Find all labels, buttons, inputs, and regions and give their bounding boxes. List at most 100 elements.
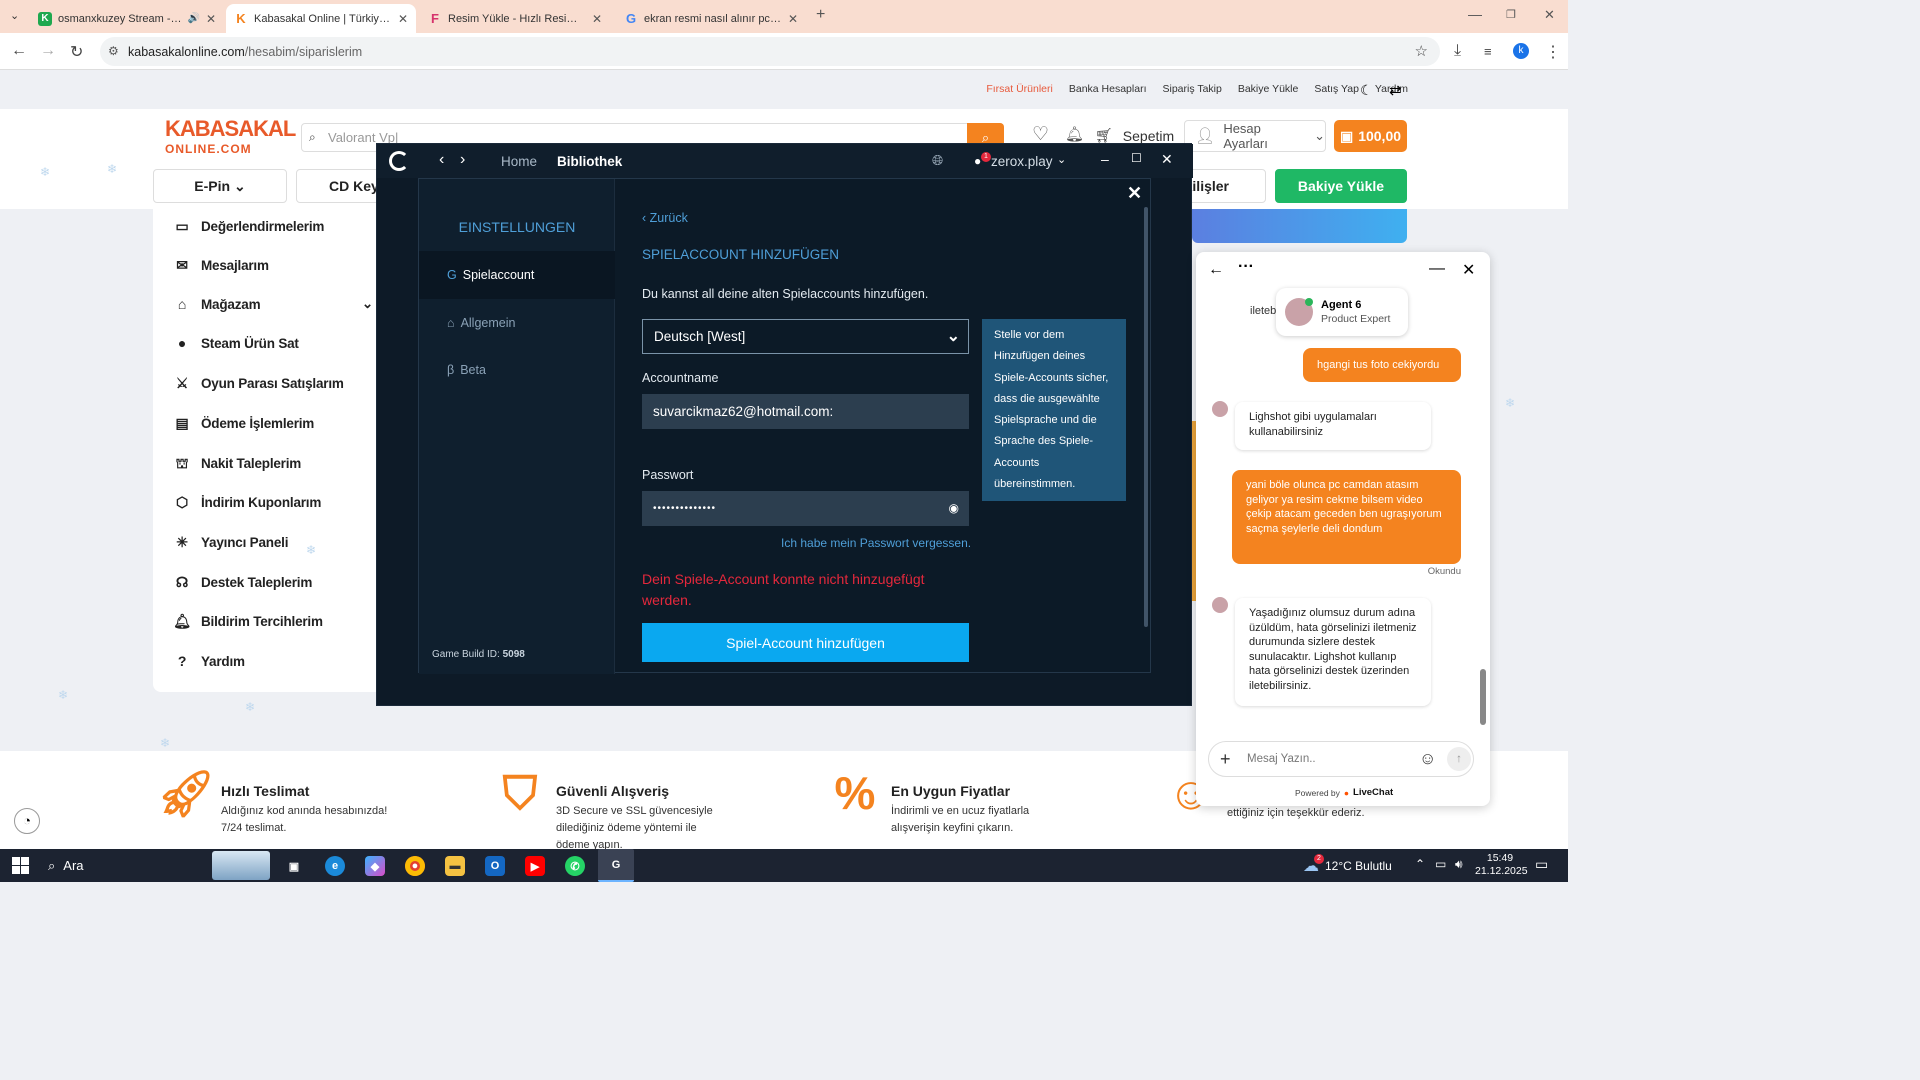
site-info-icon[interactable]: ⚙ <box>108 44 119 58</box>
minimize-icon[interactable]: — <box>1468 6 1482 22</box>
forgot-password-link[interactable]: Ich habe mein Passwort vergessen. <box>781 536 971 550</box>
restore-icon[interactable]: ❐ <box>1506 8 1516 21</box>
menu-degerlendirmelerim[interactable]: ▭ Değerlendirmelerim <box>173 217 324 235</box>
task-view-icon[interactable]: ▣ <box>284 856 304 876</box>
close-icon[interactable]: ✕ <box>592 12 602 26</box>
profile-avatar[interactable]: k <box>1513 43 1529 59</box>
tray-chevron-icon[interactable]: ⌃ <box>1415 857 1425 871</box>
menu-steam-urun-sat[interactable]: ● Steam Ürün Sat <box>173 334 299 352</box>
emoji-icon[interactable]: ☺ <box>1419 749 1436 769</box>
back-link[interactable]: ‹ Zurück <box>642 211 688 225</box>
close-icon[interactable]: ✕ <box>788 12 798 26</box>
eye-icon[interactable]: ◉ <box>949 501 960 515</box>
tab-spielaccount[interactable]: G Spielaccount <box>419 251 615 299</box>
clock[interactable]: 15:49 21.12.2025 <box>1475 852 1528 878</box>
menu-icon[interactable]: ⋮ <box>1545 42 1561 62</box>
speaker-icon[interactable]: 🔊 <box>187 13 199 24</box>
bell-icon[interactable]: 🔔︎ <box>1065 125 1084 143</box>
cookie-settings-icon[interactable]: ◔ <box>14 808 40 834</box>
account-name-input[interactable]: suvarcikmaz62@hotmail.com: <box>642 394 969 429</box>
link-siparis-takip[interactable]: Sipariş Takip <box>1163 83 1222 95</box>
tab-google[interactable]: G ekran resmi nasıl alınır pc - Goo ✕ <box>616 4 806 33</box>
chrome-icon[interactable]: ● <box>405 856 425 876</box>
menu-oyun-parasi[interactable]: ⚔ Oyun Parası Satışlarım <box>173 374 344 392</box>
maximize-icon[interactable]: ☐ <box>1131 151 1142 165</box>
close-window-icon[interactable]: ✕ <box>1544 7 1555 23</box>
message-input[interactable]: + Mesaj Yazın.. ☺ ↑ <box>1208 741 1474 777</box>
cart-button[interactable]: 🛒︎ Sepetim <box>1095 127 1174 144</box>
copilot-icon[interactable]: ◆ <box>365 856 385 876</box>
currency-toggle-icon[interactable]: ⇄ <box>1389 81 1402 99</box>
close-icon[interactable]: ✕ <box>398 12 408 26</box>
edge-icon[interactable]: e <box>325 856 345 876</box>
account-settings-button[interactable]: 👤︎ Hesap Ayarları ⌄ <box>1184 120 1326 152</box>
nav-home[interactable]: Home <box>501 154 537 169</box>
category-epin[interactable]: E-Pin ⌄ <box>153 169 287 203</box>
menu-yayinci-paneli[interactable]: ✳ Yayıncı Paneli <box>173 533 288 551</box>
menu-mesajlarim[interactable]: ✉ Mesajlarım <box>173 256 269 274</box>
menu-odeme-islemlerim[interactable]: ▤ Ödeme İşlemlerim <box>173 414 314 432</box>
close-icon[interactable]: ✕ <box>1161 151 1173 168</box>
youtube-icon[interactable]: ▶ <box>525 856 545 876</box>
weather-widget[interactable]: ☁ 2 12°C Bulutlu <box>1303 849 1392 882</box>
dark-mode-icon[interactable]: ☾ <box>1360 82 1373 99</box>
globe-icon[interactable]: 🌐︎ <box>932 152 943 169</box>
username[interactable]: zerox.play <box>991 154 1053 169</box>
language-select[interactable]: Deutsch [West] ⌄ <box>642 319 969 354</box>
balance-button[interactable]: ▣ 100,00 <box>1334 120 1407 152</box>
winter-banner-icon[interactable] <box>212 851 270 880</box>
url-input[interactable]: ⚙ kabasakalonline.com/hesabim/siparisler… <box>100 37 1440 66</box>
link-firsat[interactable]: Fırsat Ürünleri <box>986 83 1053 95</box>
tab-search-icon[interactable]: ⌄ <box>10 9 19 22</box>
reload-icon[interactable]: ↻ <box>70 42 83 62</box>
tab-stream[interactable]: K osmanxkuzey Stream - Wat 🔊 ✕ <box>30 4 224 33</box>
outlook-icon[interactable]: O <box>485 856 505 876</box>
nav-forward-icon[interactable]: › <box>460 151 465 169</box>
powered-by[interactable]: Powered by ● LiveChat <box>1295 787 1393 798</box>
download-icon[interactable]: ⤓ <box>1454 42 1461 60</box>
site-logo[interactable]: KABASAKAL ONLINE.COM <box>165 118 296 159</box>
promo-banner[interactable] <box>1192 209 1407 243</box>
add-account-button[interactable]: Spiel-Account hinzufügen <box>642 623 969 662</box>
link-bakiye-yukle[interactable]: Bakiye Yükle <box>1238 83 1299 95</box>
send-icon[interactable]: ↑ <box>1447 747 1471 771</box>
media-icon[interactable]: ≡ <box>1484 44 1492 59</box>
link-banka[interactable]: Banka Hesapları <box>1069 83 1147 95</box>
chevron-down-icon[interactable]: ⌄ <box>1057 153 1066 166</box>
forward-icon[interactable]: → <box>40 42 56 60</box>
network-icon[interactable]: ▭ <box>1435 857 1446 871</box>
volume-icon[interactable]: 🔊︎ <box>1455 857 1463 872</box>
nav-back-icon[interactable]: ‹ <box>439 151 444 169</box>
password-input[interactable]: •••••••••••••• ◉ <box>642 491 969 526</box>
close-icon[interactable]: ✕ <box>206 12 216 26</box>
minimize-icon[interactable]: — <box>1429 260 1445 278</box>
topup-button[interactable]: Bakiye Yükle <box>1275 169 1407 203</box>
tab-kabasakal[interactable]: K Kabasakal Online | Türkiye'nin E ✕ <box>226 4 416 33</box>
nav-library[interactable]: Bibliothek <box>557 154 622 169</box>
menu-magazam[interactable]: ⌂ Mağazam ⌄ <box>173 295 373 313</box>
add-attachment-icon[interactable]: + <box>1220 749 1231 770</box>
tab-resim-yukle[interactable]: F Resim Yükle - Hızlı Resim Paylaş ✕ <box>420 4 610 33</box>
menu-yardim[interactable]: ? Yardım <box>173 652 245 670</box>
chat-scrollbar[interactable] <box>1480 669 1486 725</box>
back-arrow-icon[interactable]: ← <box>1208 261 1224 279</box>
new-tab-icon[interactable]: + <box>816 6 825 24</box>
bookmark-star-icon[interactable]: ☆ <box>1415 42 1428 60</box>
more-options-icon[interactable]: ··· <box>1238 258 1254 276</box>
tab-allgemein[interactable]: ⌂ Allgemein <box>419 299 615 347</box>
close-icon[interactable]: ✕ <box>1462 260 1475 280</box>
file-explorer-icon[interactable]: ▬ <box>445 856 465 876</box>
back-icon[interactable]: ← <box>11 42 27 60</box>
close-modal-icon[interactable]: ✕ <box>1127 183 1142 204</box>
windows-start-icon[interactable] <box>12 857 29 874</box>
launcher-logo-icon[interactable] <box>389 151 409 171</box>
menu-destek-taleplerim[interactable]: ☊ Destek Taleplerim <box>173 573 312 591</box>
tab-beta[interactable]: β Beta <box>419 346 615 394</box>
whatsapp-icon[interactable]: ✆ <box>565 856 585 876</box>
link-satis-yap[interactable]: Satış Yap <box>1314 83 1359 95</box>
minimize-icon[interactable]: ‒ <box>1101 151 1109 167</box>
menu-indirim-kuponlarim[interactable]: ⬡ İndirim Kuponlarım <box>173 493 321 511</box>
notification-icon[interactable]: ▭ <box>1535 856 1548 873</box>
modal-scrollbar[interactable] <box>1144 207 1148 627</box>
menu-nakit-taleplerim[interactable]: ⛫ Nakit Taleplerim <box>173 454 302 472</box>
